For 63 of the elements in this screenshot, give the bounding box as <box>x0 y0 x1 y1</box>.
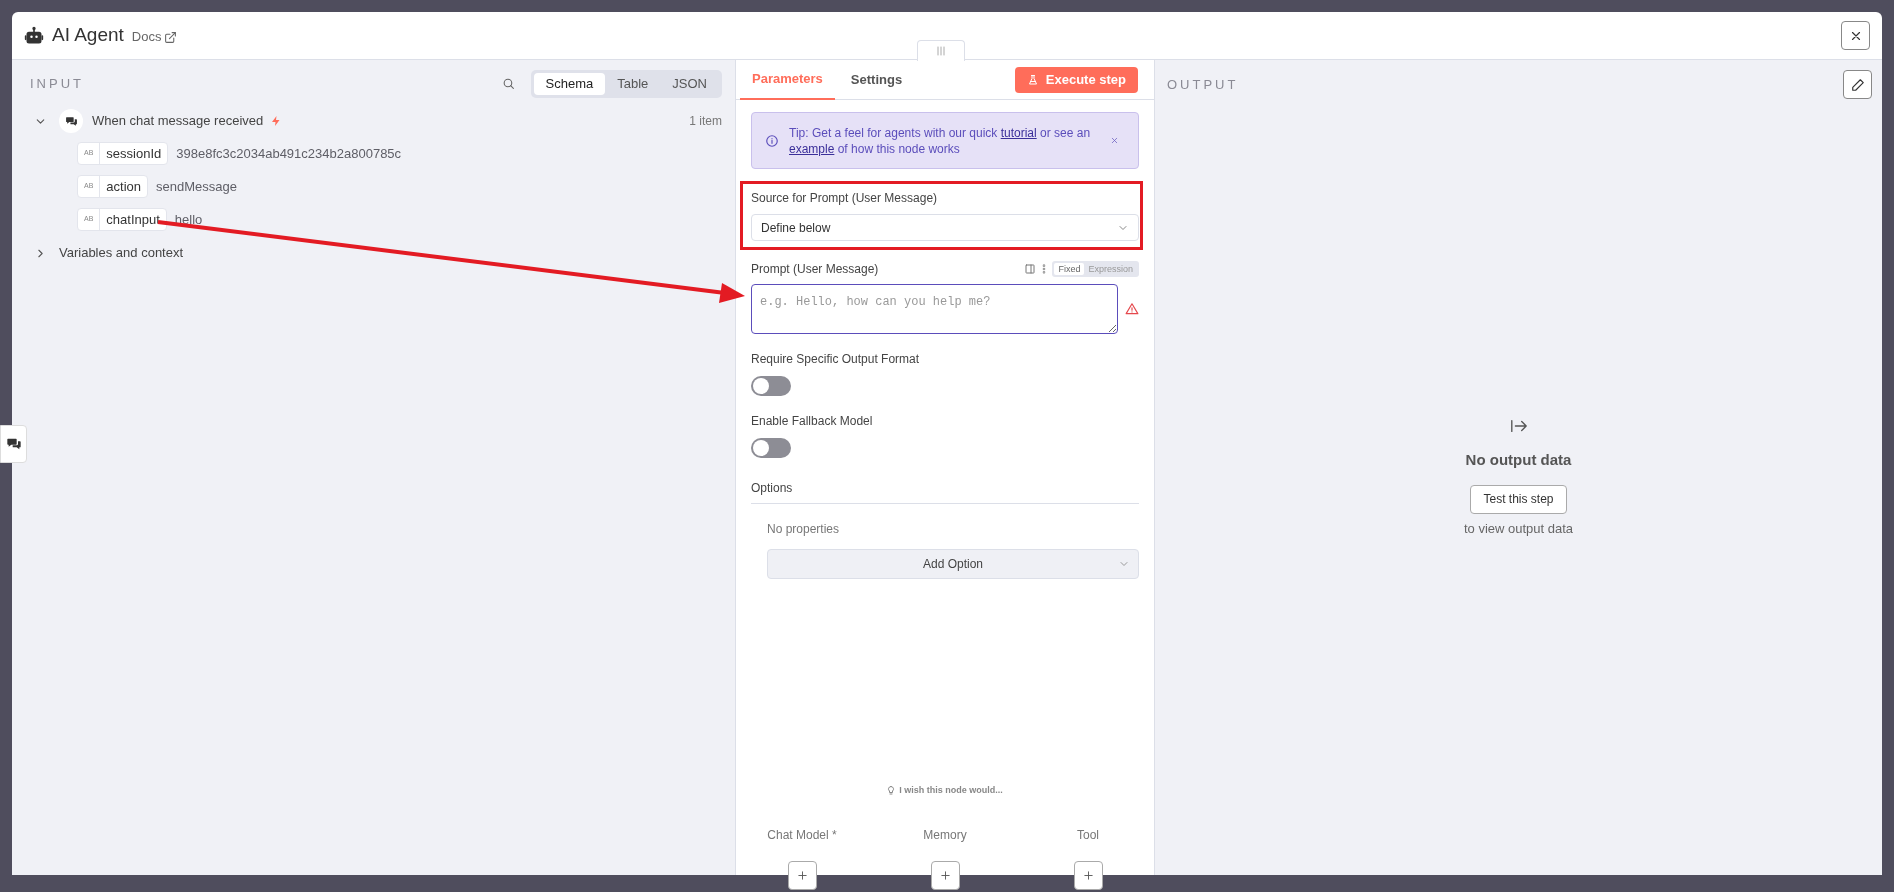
prompt-source-select[interactable]: Define below <box>751 214 1139 241</box>
robot-icon <box>24 25 44 46</box>
empty-hint: to view output data <box>1463 519 1574 538</box>
test-step-button[interactable]: Test this step <box>1470 484 1567 514</box>
drag-handle[interactable] <box>917 40 965 61</box>
field-value: 398e8fc3c2034ab491c234b2a800785c <box>176 144 402 163</box>
feedback-link[interactable]: I wish this node would... <box>887 783 1003 797</box>
add-option-button[interactable]: Add Option <box>767 549 1139 579</box>
edit-button[interactable] <box>1843 70 1872 99</box>
tip-text: Tip: Get a feel for agents with our quick tutorial or see an example of how this node works <box>789 124 1092 157</box>
field-key: chatInput <box>100 209 166 230</box>
field-value: hello <box>174 210 203 229</box>
add-connection-button[interactable] <box>930 861 960 890</box>
toggle-label: Enable Fallback Model <box>751 413 874 430</box>
field-label: Prompt (User Message) <box>751 261 880 278</box>
chat-button[interactable] <box>0 425 27 463</box>
mode-tab[interactable]: Fixed <box>1054 263 1085 275</box>
empty-title: No output data <box>1465 450 1572 470</box>
field-value: sendMessage <box>156 177 237 196</box>
connection-label: Tool <box>1077 827 1099 844</box>
docs-link[interactable]: Docs <box>131 27 178 47</box>
prompt-input[interactable]: e.g. Hello, how can you help me? <box>751 284 1118 334</box>
view-tab[interactable]: Table <box>605 72 661 95</box>
field-key: action <box>100 176 148 197</box>
pencil-icon <box>1850 77 1865 92</box>
plus-icon <box>939 870 951 881</box>
section-heading: Options <box>751 481 793 495</box>
add-connection-button[interactable] <box>1073 861 1103 890</box>
chat-bubbles-icon <box>64 114 78 128</box>
field-key: sessionId <box>100 143 168 164</box>
close-icon[interactable] <box>1110 136 1119 145</box>
external-link-icon <box>164 30 178 44</box>
tip-link[interactable]: tutorial <box>1000 125 1037 140</box>
plus-icon <box>1082 870 1094 881</box>
toggle-label: Require Specific Output Format <box>751 351 921 368</box>
flask-icon <box>1026 73 1039 86</box>
connection-label: Chat Model * <box>767 827 837 844</box>
toggle-switch[interactable] <box>751 438 791 458</box>
plus-icon <box>796 870 808 881</box>
grip-icon <box>936 46 946 56</box>
tip-link[interactable]: example <box>789 141 835 156</box>
close-button[interactable] <box>1841 21 1870 50</box>
lightbulb-icon <box>887 785 896 795</box>
more-icon[interactable] <box>1042 264 1047 274</box>
window-title: AI Agent <box>52 23 124 48</box>
empty-text: No properties <box>766 521 841 538</box>
panel-icon[interactable] <box>1024 263 1037 275</box>
search-icon[interactable] <box>501 77 515 90</box>
view-tab[interactable]: Schema <box>533 72 606 95</box>
node-name[interactable]: When chat message received <box>92 111 264 131</box>
field-label: Source for Prompt (User Message) <box>751 190 939 207</box>
connection-label: Memory <box>923 827 967 844</box>
item-count: 1 item <box>689 113 722 130</box>
panel-tab[interactable]: Settings <box>838 59 915 100</box>
panel-heading: OUTPUT <box>1167 76 1239 94</box>
panel-heading: INPUT <box>30 74 84 93</box>
section-label[interactable]: Variables and context <box>59 243 184 263</box>
toggle-switch[interactable] <box>751 376 791 396</box>
chat-bubbles-icon <box>5 436 22 452</box>
info-icon <box>765 133 779 148</box>
add-connection-button[interactable] <box>787 861 817 890</box>
arrow-right-icon <box>1509 418 1528 434</box>
view-tab[interactable]: JSON <box>660 72 719 95</box>
